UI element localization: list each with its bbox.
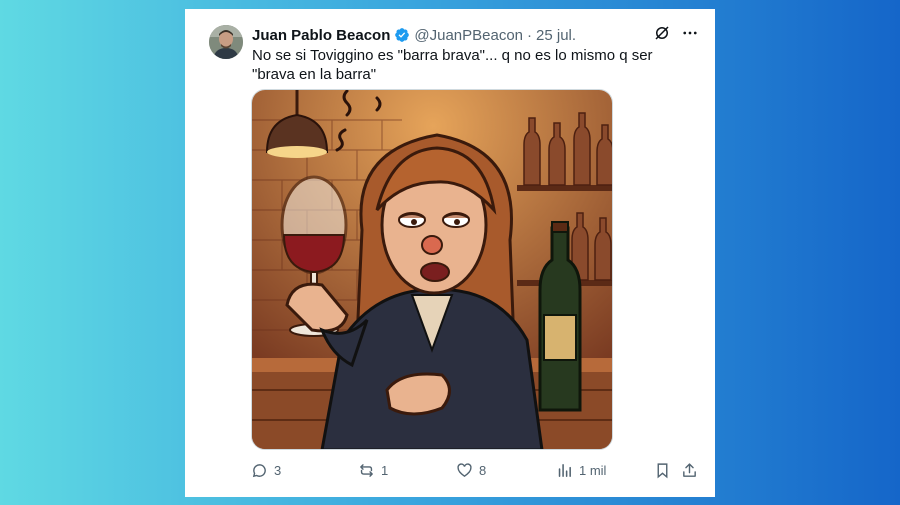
like-icon xyxy=(457,462,472,477)
retweet-icon xyxy=(360,463,373,477)
reply-count: 3 xyxy=(274,462,282,478)
tweet-card[interactable]: Juan Pablo Beacon @JuanPBeacon · 25 jul. xyxy=(185,9,715,497)
like-button[interactable]: 8 xyxy=(456,462,486,479)
tweet-actions: 3 1 8 1 mil xyxy=(251,459,699,481)
separator-dot: · xyxy=(527,26,533,44)
tweet-header: Juan Pablo Beacon @JuanPBeacon · 25 jul. xyxy=(252,24,699,46)
tweet-text: No se si Toviggino es "barra brava"... q… xyxy=(252,47,653,83)
views-button[interactable]: 1 mil xyxy=(556,462,606,479)
avatar[interactable] xyxy=(209,25,243,59)
avatar-image xyxy=(209,25,243,59)
verified-badge-icon xyxy=(394,27,410,43)
retweet-button[interactable]: 1 xyxy=(358,462,388,479)
reply-button[interactable]: 3 xyxy=(251,462,281,479)
like-count: 8 xyxy=(479,462,487,478)
bookmark-button[interactable] xyxy=(654,462,671,479)
share-icon xyxy=(683,462,696,477)
grok-icon[interactable] xyxy=(653,24,671,46)
illustration xyxy=(252,90,612,449)
tweet-date[interactable]: 25 jul. xyxy=(536,27,576,44)
bookmark-icon xyxy=(657,462,668,478)
reply-icon xyxy=(252,463,266,477)
author-name[interactable]: Juan Pablo Beacon xyxy=(252,27,390,44)
views-icon xyxy=(558,463,571,477)
more-icon[interactable] xyxy=(681,24,699,46)
retweet-count: 1 xyxy=(381,462,389,478)
views-count: 1 mil xyxy=(579,462,607,478)
share-button[interactable] xyxy=(681,462,698,479)
tweet-media-image[interactable] xyxy=(251,89,613,450)
author-handle[interactable]: @JuanPBeacon xyxy=(414,27,523,44)
